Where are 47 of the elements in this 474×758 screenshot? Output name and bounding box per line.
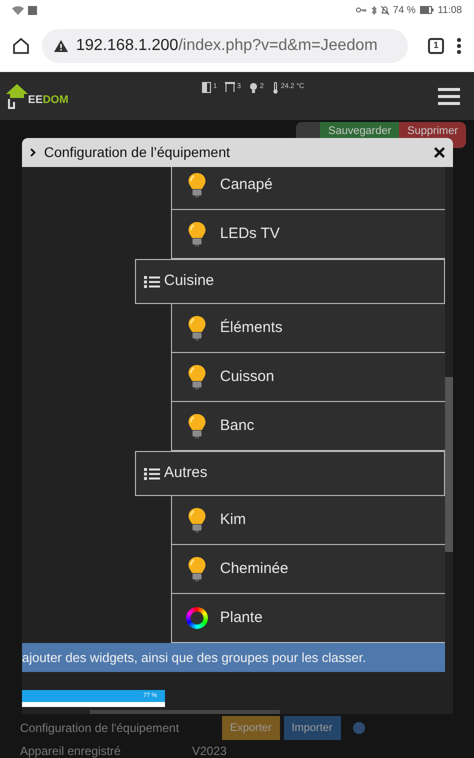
equipment-item[interactable]: Cuisson — [171, 353, 445, 402]
clock: 11:08 — [438, 4, 462, 18]
lightbulb-icon — [187, 221, 207, 247]
warning-icon — [54, 40, 68, 52]
battery-icon — [420, 6, 434, 14]
notification-icon — [28, 6, 37, 14]
field-value: V2023 — [192, 744, 227, 758]
thermometer-icon — [272, 82, 279, 94]
chevron-icon — [30, 148, 36, 157]
key-icon — [356, 7, 367, 13]
info-banner: ajouter des widgets, ainsi que des groupes pour les classer. — [22, 643, 445, 672]
logo-icon — [6, 83, 28, 109]
lightbulb-icon — [187, 556, 207, 582]
field-label: Configuration de l'équipement — [20, 720, 180, 737]
equipment-item[interactable]: LEDs TV — [171, 210, 445, 259]
menu-icon[interactable] — [438, 87, 460, 105]
equipment-item[interactable]: Kim — [171, 496, 445, 545]
lightbulb-icon — [187, 364, 207, 390]
lightbulb-icon — [248, 82, 258, 93]
lightbulb-icon — [187, 172, 207, 198]
group-header[interactable]: Cuisine — [135, 259, 445, 304]
bluetooth-icon — [370, 6, 377, 14]
group-header[interactable]: Autres — [135, 451, 445, 496]
shutter-icon — [225, 82, 235, 92]
more-icon[interactable] — [456, 37, 462, 55]
list-icon — [144, 466, 160, 480]
equipment-item[interactable]: Éléments — [171, 304, 445, 353]
url-field[interactable]: 192.168.1.200/index.php?v=d&m=Jeedom — [42, 29, 408, 63]
modal-title: Configuration de l’équipement — [44, 143, 230, 162]
lightbulb-icon — [187, 507, 207, 533]
door-icon — [202, 82, 212, 93]
tab-count-button[interactable]: 1 — [428, 38, 444, 54]
equipment-item[interactable]: Banc — [171, 402, 445, 451]
battery-percent: 74 % — [392, 4, 416, 18]
list-icon — [144, 274, 160, 288]
field-label: Appareil enregistré — [20, 744, 122, 758]
lightbulb-icon — [187, 315, 207, 341]
color-wheel-icon — [186, 607, 208, 629]
lightbulb-icon — [187, 413, 207, 439]
home-icon[interactable] — [12, 37, 30, 55]
close-icon[interactable] — [434, 147, 445, 158]
equipment-item[interactable]: Cheminée — [171, 545, 445, 594]
equipment-item[interactable]: Plante — [171, 594, 445, 643]
equipment-item[interactable]: Canapé — [171, 167, 445, 210]
logo-text: EEDOM — [28, 92, 68, 108]
bell-off-icon — [380, 6, 389, 14]
wifi-icon — [12, 6, 24, 14]
